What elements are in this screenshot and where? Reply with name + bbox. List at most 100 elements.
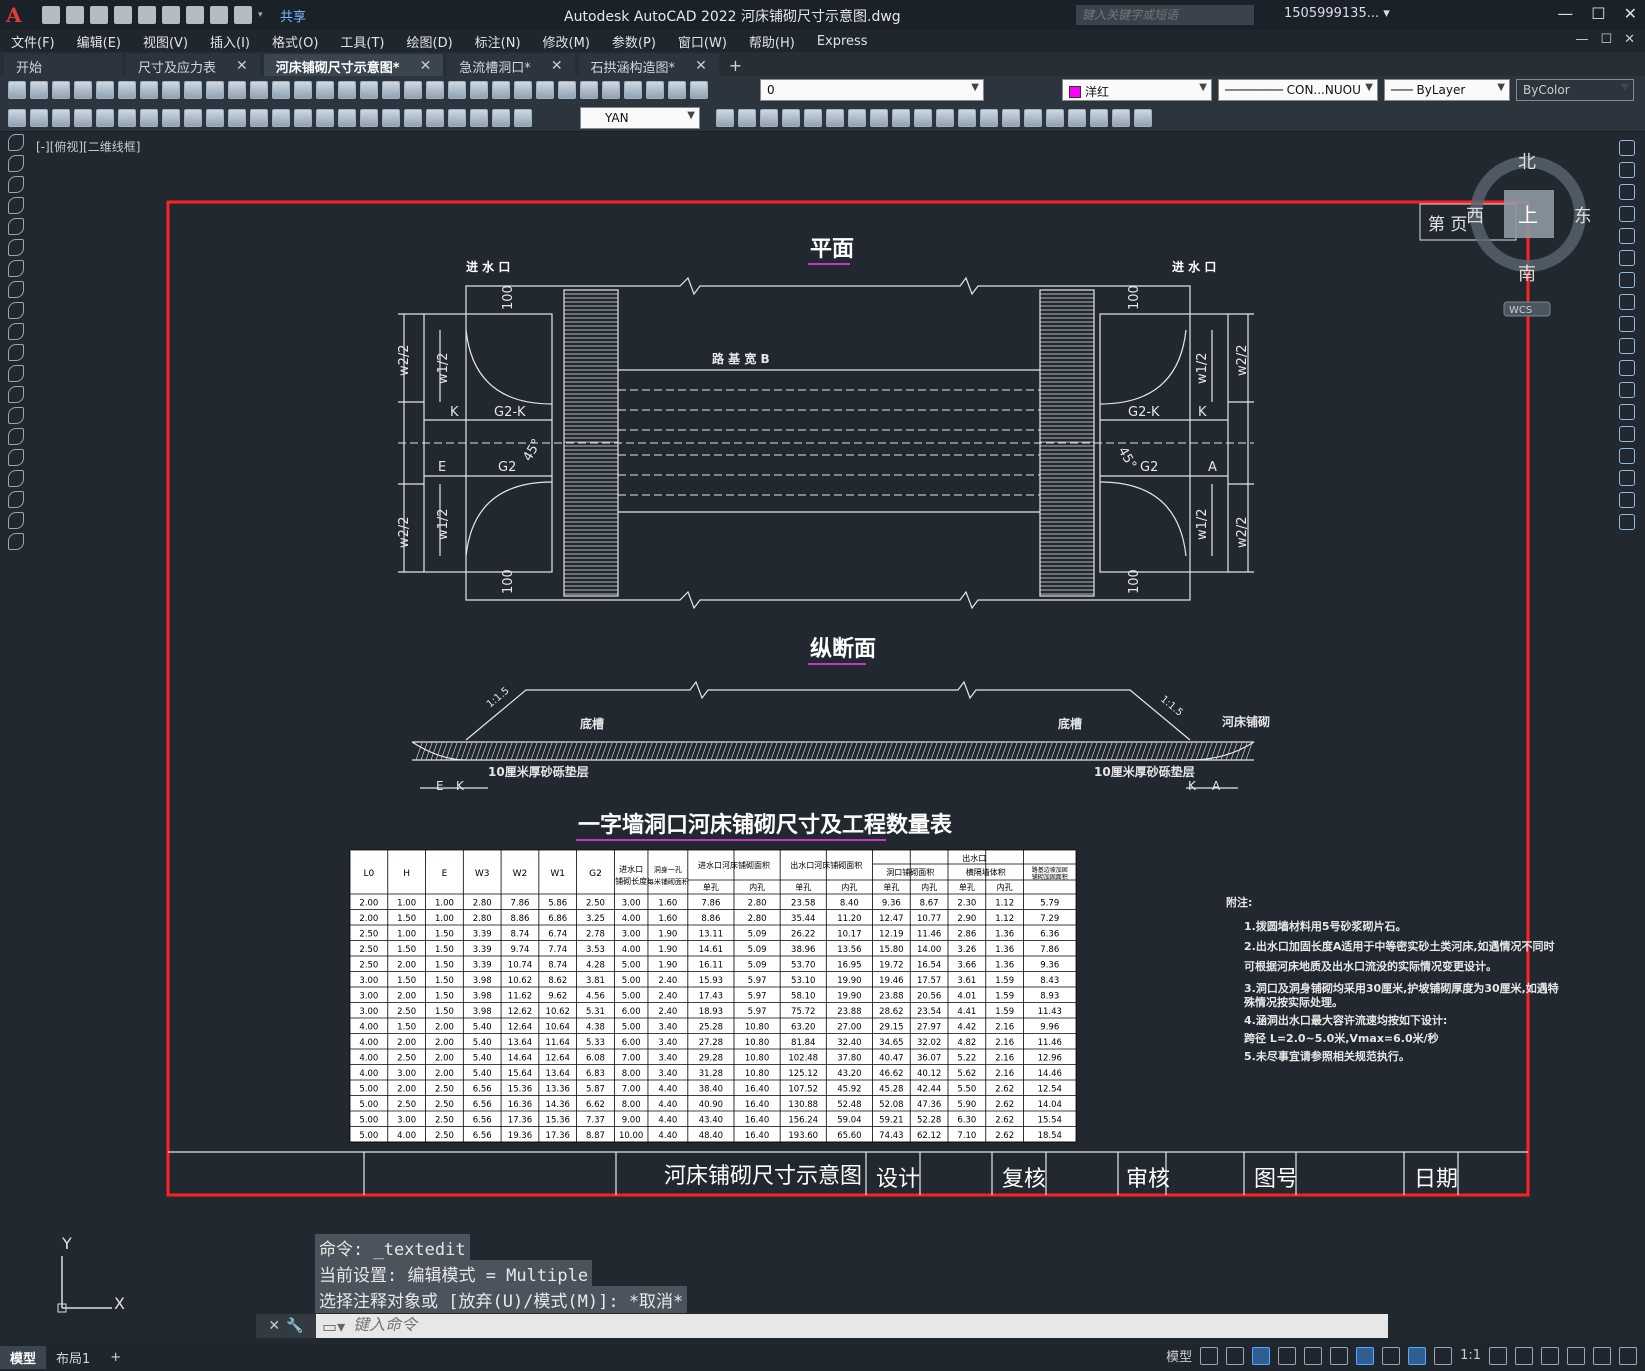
standard-tool-icon[interactable]: [206, 81, 224, 99]
standard-tool-icon[interactable]: [74, 81, 92, 99]
modify-tool-icon[interactable]: [980, 108, 998, 127]
dimension-tool-icon[interactable]: [316, 108, 334, 127]
clean-screen-icon[interactable]: [1593, 1346, 1611, 1365]
standard-tool-icon[interactable]: [426, 81, 444, 99]
standard-tool-icon[interactable]: [492, 81, 510, 99]
menu-express[interactable]: Express: [806, 34, 879, 49]
standard-tool-icon[interactable]: [8, 81, 26, 99]
modify-tool-icon[interactable]: [1024, 108, 1042, 127]
tab-model[interactable]: 模型: [0, 1346, 47, 1369]
modify-tool-icon[interactable]: [1619, 228, 1635, 244]
modify-tool-icon[interactable]: [1619, 492, 1635, 508]
dimension-tool-icon[interactable]: [184, 108, 202, 127]
modify-tool-icon[interactable]: [782, 108, 800, 127]
hardware-acceleration-icon[interactable]: [1567, 1346, 1585, 1365]
dimension-tool-icon[interactable]: [140, 108, 158, 127]
menu-help[interactable]: 帮助(H): [738, 32, 806, 51]
close-tab-icon[interactable]: ✕: [695, 58, 707, 74]
modify-tool-icon[interactable]: [1619, 360, 1635, 376]
annotation-visibility-icon[interactable]: [1408, 1346, 1427, 1365]
dimension-tool-icon[interactable]: [118, 108, 136, 127]
modify-tool-icon[interactable]: [1112, 108, 1130, 127]
dimension-tool-icon[interactable]: [74, 108, 92, 127]
isodraft-icon[interactable]: [1304, 1346, 1323, 1365]
viewcube-west[interactable]: 西: [1466, 206, 1484, 227]
standard-tool-icon[interactable]: [536, 81, 554, 99]
autocad-logo-icon[interactable]: A: [6, 4, 28, 26]
modify-tool-icon[interactable]: [760, 108, 778, 127]
wcs-label[interactable]: WCS: [1509, 305, 1532, 316]
save-as-icon[interactable]: [114, 6, 132, 24]
annotation-scale[interactable]: 1:1: [1460, 1348, 1481, 1363]
menu-edit[interactable]: 编辑(E): [66, 32, 132, 51]
modify-tool-icon[interactable]: [1619, 338, 1635, 354]
dimension-tool-icon[interactable]: [448, 108, 466, 127]
standard-tool-icon[interactable]: [52, 81, 70, 99]
tab-chute-opening[interactable]: 急流槽洞口* ✕: [447, 54, 575, 76]
close-tab-icon[interactable]: ✕: [420, 58, 432, 74]
color-dropdown[interactable]: 洋红 ▼: [1062, 79, 1212, 101]
customize-icon[interactable]: [1619, 1346, 1637, 1365]
modify-tool-icon[interactable]: [1002, 108, 1020, 127]
help-search-input[interactable]: [1076, 5, 1254, 25]
standard-tool-icon[interactable]: [272, 81, 290, 99]
modify-tool-icon[interactable]: [1619, 272, 1635, 288]
command-input[interactable]: [345, 1317, 1246, 1335]
standard-tool-icon[interactable]: [668, 81, 686, 99]
dimension-tool-icon[interactable]: [514, 108, 532, 127]
modify-tool-icon[interactable]: [1619, 184, 1635, 200]
new-tab-button[interactable]: +: [723, 54, 748, 76]
menu-parametric[interactable]: 参数(P): [601, 32, 667, 51]
new-file-icon[interactable]: [42, 6, 60, 24]
lineweight-dropdown[interactable]: ─── ByLayer ▼: [1384, 79, 1510, 101]
modify-tool-icon[interactable]: [1619, 294, 1635, 310]
dimension-tool-icon[interactable]: [470, 108, 488, 127]
lineweight-icon[interactable]: [1382, 1346, 1401, 1365]
doc-minimize-button[interactable]: —: [1575, 32, 1588, 47]
standard-tool-icon[interactable]: [250, 81, 268, 99]
redo-icon[interactable]: [234, 6, 252, 24]
menu-tools[interactable]: 工具(T): [329, 32, 395, 51]
modify-tool-icon[interactable]: [738, 108, 756, 127]
modify-tool-icon[interactable]: [848, 108, 866, 127]
layer-dropdown[interactable]: 0 ▼: [760, 79, 984, 101]
standard-tool-icon[interactable]: [184, 81, 202, 99]
viewcube-top[interactable]: 上: [1518, 203, 1538, 227]
modify-tool-icon[interactable]: [826, 108, 844, 127]
isolate-objects-icon[interactable]: [1541, 1346, 1559, 1365]
modify-tool-icon[interactable]: [1619, 250, 1635, 266]
drawing-canvas[interactable]: 第 页 平面 进 水 口 进 水 口 路 基 宽 B w2/2 w2/2 w1/…: [0, 132, 1610, 1212]
viewcube[interactable]: 上 北 南 东 西 WCS: [1466, 150, 1590, 320]
gear-icon[interactable]: [1489, 1346, 1507, 1365]
standard-tool-icon[interactable]: [338, 81, 356, 99]
dimension-tool-icon[interactable]: [206, 108, 224, 127]
text-style-dropdown[interactable]: YAN ▼: [580, 107, 700, 129]
tab-stress-table[interactable]: 尺寸及应力表 ✕: [126, 54, 260, 76]
modify-tool-icon[interactable]: [958, 108, 976, 127]
polar-icon[interactable]: [1278, 1346, 1297, 1365]
save-web-icon[interactable]: [162, 6, 180, 24]
menu-window[interactable]: 窗口(W): [667, 32, 738, 51]
standard-tool-icon[interactable]: [602, 81, 620, 99]
standard-tool-icon[interactable]: [294, 81, 312, 99]
tab-start[interactable]: 开始: [4, 54, 122, 76]
standard-tool-icon[interactable]: [580, 81, 598, 99]
command-prompt-icon[interactable]: ▭▾: [316, 1317, 345, 1336]
modify-tool-icon[interactable]: [1619, 382, 1635, 398]
web-mobile-icon[interactable]: [138, 6, 156, 24]
standard-tool-icon[interactable]: [162, 81, 180, 99]
dimension-tool-icon[interactable]: [272, 108, 290, 127]
modify-tool-icon[interactable]: [870, 108, 888, 127]
wrench-icon[interactable]: 🔧: [286, 1318, 303, 1334]
model-space-button[interactable]: 模型: [1166, 1346, 1192, 1365]
modify-tool-icon[interactable]: [914, 108, 932, 127]
modify-tool-icon[interactable]: [1619, 206, 1635, 222]
menu-view[interactable]: 视图(V): [132, 32, 199, 51]
standard-tool-icon[interactable]: [30, 81, 48, 99]
share-button[interactable]: 共享: [280, 6, 306, 25]
modify-tool-icon[interactable]: [1619, 426, 1635, 442]
dimension-tool-icon[interactable]: [338, 108, 356, 127]
customize-qa-icon[interactable]: ▾: [258, 11, 266, 20]
menu-draw[interactable]: 绘图(D): [396, 32, 464, 51]
viewcube-east[interactable]: 东: [1574, 206, 1590, 227]
